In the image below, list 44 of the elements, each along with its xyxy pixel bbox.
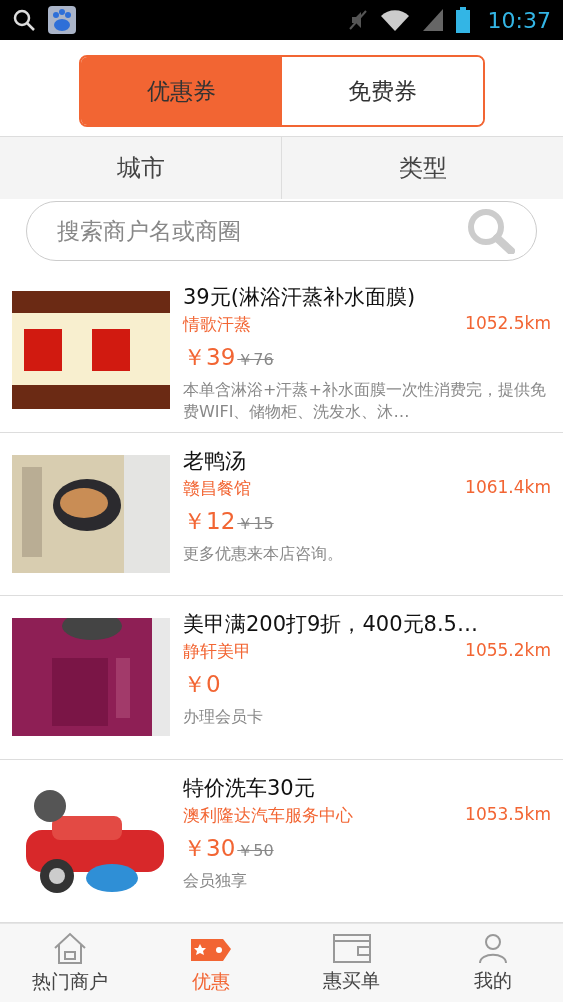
distance: 1052.5km <box>465 312 551 335</box>
nav-tab[interactable]: 惠买单 <box>281 924 423 1002</box>
user-icon <box>476 932 509 964</box>
deal-item[interactable]: 美甲满200打9折，400元8.5… 静轩美甲 1055.2km ￥0 办理会员卡 <box>0 596 563 760</box>
nav-tab[interactable]: 我的 <box>422 924 563 1002</box>
paw-app-icon <box>48 6 76 34</box>
search-field[interactable]: 搜索商户名或商圈 <box>26 200 537 261</box>
merchant-name: 澳利隆达汽车服务中心 <box>183 803 353 827</box>
original-price: ￥50 <box>237 840 274 862</box>
nav-tab[interactable]: 热门商户 <box>0 924 141 1002</box>
original-price: ￥76 <box>237 349 274 371</box>
search-icon[interactable] <box>467 207 515 254</box>
deal-item[interactable]: 老鸭汤 赣昌餐馆 1061.4km ￥12￥15 更多优惠来本店咨询。 <box>0 432 563 597</box>
deal-title: 39元(淋浴汗蒸补水面膜) <box>183 283 417 311</box>
signal-icon <box>421 8 444 32</box>
merchant-name: 赣昌餐馆 <box>183 476 251 500</box>
wallet-icon <box>331 932 372 964</box>
price: ￥12 <box>183 506 236 536</box>
distance: 1061.4km <box>465 476 551 499</box>
clock-time: 10:37 <box>487 7 551 33</box>
filter-tab[interactable]: 类型 <box>281 137 563 199</box>
filter-tab[interactable]: 城市 <box>0 137 281 199</box>
price: ￥39 <box>183 342 236 372</box>
original-price: ￥15 <box>237 513 274 535</box>
deal-title: 老鸭汤 <box>183 447 247 475</box>
battery-icon <box>455 7 470 33</box>
merchant-name: 静轩美甲 <box>183 640 251 664</box>
distance: 1055.2km <box>465 640 551 663</box>
merchant-name: 情歌汗蒸 <box>183 312 251 336</box>
deal-description: 会员独享 <box>183 869 248 892</box>
coupon-tab[interactable]: 优惠券 <box>80 57 282 125</box>
deal-title: 美甲满200打9折，400元8.5… <box>183 611 479 639</box>
distance: 1053.5km <box>465 803 551 826</box>
mute-icon <box>347 9 368 31</box>
wifi-icon <box>379 8 410 32</box>
deal-item[interactable]: 39元(淋浴汗蒸补水面膜) 情歌汗蒸 1052.5km ￥39￥76 本单含淋浴+汗蒸+补水面膜一次性消费完，提供免费WIFI、储物柜、洗发水、沐… <box>0 268 563 433</box>
deal-description: 本单含淋浴+汗蒸+补水面膜一次性消费完，提供免费WIFI、储物柜、洗发水、沐… <box>183 378 547 423</box>
price: ￥0 <box>183 670 221 700</box>
deal-description: 办理会员卡 <box>183 706 264 729</box>
deal-description: 更多优惠来本店咨询。 <box>183 542 344 565</box>
deal-title: 特价洗车30元 <box>183 774 316 802</box>
search-icon <box>12 8 36 32</box>
deal-item[interactable]: 特价洗车30元 澳利隆达汽车服务中心 1053.5km ￥30￥50 会员独享 <box>0 759 563 923</box>
price: ￥30 <box>183 833 236 863</box>
